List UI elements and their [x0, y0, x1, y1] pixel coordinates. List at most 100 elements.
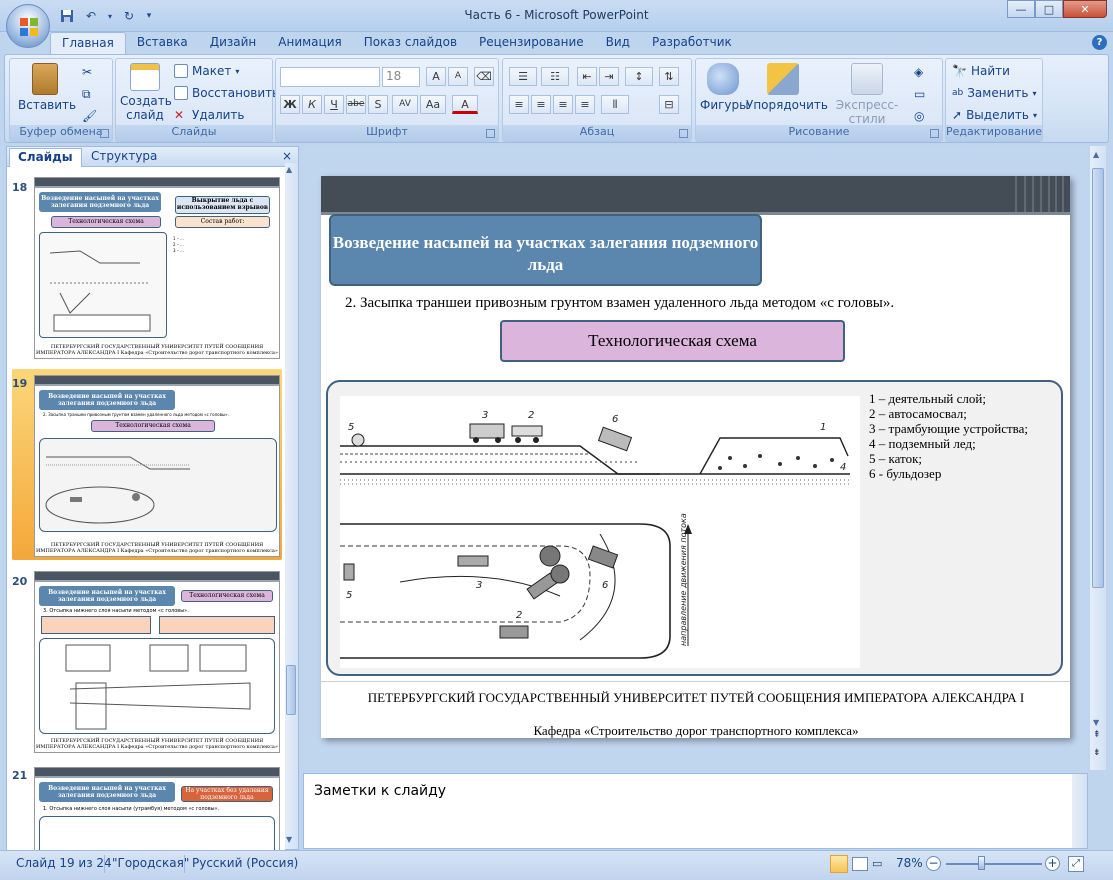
- scroll-up-icon[interactable]: ▲: [1093, 150, 1099, 159]
- layout-button[interactable]: Макет ▾: [174, 64, 239, 78]
- scroll-thumb[interactable]: [286, 665, 296, 715]
- line-spacing-icon[interactable]: ↕: [625, 67, 653, 86]
- slide-footer-department[interactable]: Кафедра «Строительство дорог транспортно…: [361, 723, 1031, 739]
- clear-format-icon[interactable]: ⌫: [474, 67, 494, 86]
- slide-footer-university[interactable]: ПЕТЕРБУРГСКИЙ ГОСУДАРСТВЕННЫЙ УНИВЕРСИТЕ…: [361, 690, 1031, 705]
- theme-name[interactable]: "Городская": [112, 856, 189, 870]
- slide-title[interactable]: Возведение насыпей на участках залегания…: [329, 214, 762, 286]
- align-center-icon[interactable]: ≡: [531, 95, 551, 114]
- paragraph-dialog-launcher-icon[interactable]: [679, 129, 688, 138]
- scroll-down-icon[interactable]: ▼: [1093, 718, 1099, 727]
- editor-scrollbar[interactable]: ▲ ▼ ⇞ ⇟: [1090, 146, 1106, 770]
- grow-font-button[interactable]: A: [426, 67, 446, 86]
- notes-pane[interactable]: Заметки к слайду: [303, 773, 1088, 849]
- help-icon[interactable]: ?: [1092, 35, 1107, 50]
- arrange-icon: [767, 63, 799, 95]
- char-spacing-button[interactable]: AV: [392, 95, 418, 114]
- language[interactable]: Русский (Россия): [192, 856, 298, 870]
- align-right-icon[interactable]: ≡: [553, 95, 573, 114]
- decrease-indent-icon[interactable]: ⇤: [577, 67, 597, 86]
- increase-indent-icon[interactable]: ⇥: [599, 67, 619, 86]
- strike-button[interactable]: abe: [346, 95, 366, 114]
- shadow-button[interactable]: S: [368, 95, 388, 114]
- tab-developer[interactable]: Разработчик: [641, 32, 743, 54]
- shape-fill-icon[interactable]: ◈: [914, 65, 923, 79]
- zoom-out-icon[interactable]: −: [926, 856, 941, 871]
- slide-thumbnail-selected[interactable]: Возведение насыпей на участках залегания…: [34, 375, 280, 557]
- copy-icon[interactable]: ⧉: [82, 87, 91, 102]
- slide-thumbnail[interactable]: Возведение насыпей на участках залегания…: [34, 571, 280, 753]
- format-painter-icon[interactable]: 🖌: [82, 109, 97, 123]
- slide-subtitle[interactable]: 2. Засыпка траншеи привозным грунтом вза…: [345, 295, 1045, 312]
- tab-animation[interactable]: Анимация: [267, 32, 352, 54]
- dialog-launcher-icon[interactable]: [100, 129, 109, 138]
- justify-icon[interactable]: ≡: [575, 95, 595, 114]
- slide-canvas[interactable]: Возведение насыпей на участках залегания…: [321, 176, 1070, 738]
- minimize-button[interactable]: —: [1007, 0, 1035, 18]
- shapes-button[interactable]: Фигуры: [700, 63, 749, 112]
- tab-outline[interactable]: Структура: [83, 148, 165, 167]
- font-dialog-launcher-icon[interactable]: [486, 129, 495, 138]
- maximize-button[interactable]: □: [1035, 0, 1063, 18]
- bullets-icon[interactable]: ☰: [509, 67, 537, 86]
- text-direction-icon[interactable]: ⇅: [659, 67, 679, 86]
- paste-button[interactable]: Вставить: [18, 63, 76, 112]
- delete-slide-button[interactable]: ✕ Удалить: [174, 108, 245, 122]
- italic-button[interactable]: К: [302, 95, 322, 114]
- next-slide-icon[interactable]: ⇟: [1093, 748, 1101, 758]
- slide-sorter-icon[interactable]: [852, 857, 868, 871]
- fit-to-window-icon[interactable]: ⤢: [1068, 856, 1084, 872]
- office-button[interactable]: [6, 4, 50, 48]
- scroll-down-icon[interactable]: ▼: [286, 835, 292, 844]
- shape-effects-icon[interactable]: ◎: [914, 109, 924, 123]
- columns-icon[interactable]: ⫴: [601, 95, 629, 114]
- drawing-dialog-launcher-icon[interactable]: [930, 129, 939, 138]
- scheme-legend[interactable]: 1 – деятельный слой; 2 – автосамосвал; 3…: [869, 391, 1028, 481]
- tab-review[interactable]: Рецензирование: [468, 32, 595, 54]
- close-button[interactable]: ✕: [1063, 0, 1107, 18]
- font-size-field[interactable]: 18: [382, 67, 420, 87]
- editor-scroll-thumb[interactable]: [1092, 168, 1104, 588]
- new-slide-button[interactable]: Создать слайд: [120, 63, 172, 122]
- align-left-icon[interactable]: ≡: [509, 95, 529, 114]
- editing-group-label: Редактирование: [946, 125, 1042, 141]
- pane-close-icon[interactable]: ×: [282, 149, 292, 163]
- change-case-button[interactable]: Aa: [420, 95, 446, 114]
- cut-icon[interactable]: ✂: [82, 65, 92, 79]
- scroll-up-icon[interactable]: ▲: [286, 165, 292, 174]
- find-button[interactable]: 🔭 Найти: [952, 64, 1010, 78]
- notes-scrollbar[interactable]: [1072, 774, 1087, 848]
- zoom-in-icon[interactable]: +: [1045, 856, 1060, 871]
- shrink-font-button[interactable]: A: [448, 67, 468, 86]
- zoom-slider[interactable]: [946, 863, 1042, 865]
- arrange-button[interactable]: Упорядочить: [746, 63, 828, 112]
- slideshow-icon[interactable]: ▭: [872, 857, 886, 871]
- reset-button[interactable]: Восстановить: [174, 86, 279, 100]
- slide-thumbnail[interactable]: Возведение насыпей на участках залегания…: [34, 177, 280, 359]
- previous-slide-icon[interactable]: ⇞: [1093, 730, 1101, 740]
- underline-button[interactable]: Ч: [324, 95, 344, 114]
- font-color-button[interactable]: A: [452, 95, 478, 114]
- pane-scrollbar[interactable]: ▲ ▼: [285, 163, 298, 849]
- select-button[interactable]: ➚ Выделить ▾: [952, 108, 1037, 122]
- numbering-icon[interactable]: ☷: [541, 67, 569, 86]
- zoom-slider-thumb[interactable]: [978, 856, 985, 870]
- bold-button[interactable]: Ж: [280, 95, 300, 114]
- replace-button[interactable]: ab Заменить ▾: [952, 86, 1036, 100]
- font-name-field[interactable]: [280, 67, 380, 87]
- tab-view[interactable]: Вид: [595, 32, 641, 54]
- zoom-level[interactable]: 78%: [896, 856, 923, 870]
- scheme-label-box[interactable]: Технологическая схема: [500, 320, 845, 362]
- shape-outline-icon[interactable]: ▭: [914, 87, 925, 101]
- slide-thumbnail[interactable]: Возведение насыпей на участках залегания…: [34, 767, 280, 850]
- tab-home[interactable]: Главная: [50, 32, 126, 54]
- quick-styles-button[interactable]: Экспресс-стили: [824, 63, 910, 126]
- tab-slideshow[interactable]: Показ слайдов: [353, 32, 468, 54]
- tab-insert[interactable]: Вставка: [126, 32, 199, 54]
- align-text-icon[interactable]: ⊟: [659, 95, 679, 114]
- tab-design[interactable]: Дизайн: [199, 32, 268, 54]
- normal-view-icon[interactable]: [830, 855, 848, 873]
- tab-slides[interactable]: Слайды: [9, 148, 82, 167]
- notes-placeholder[interactable]: Заметки к слайду: [314, 783, 446, 799]
- slide-counter: Слайд 19 из 24: [16, 856, 112, 870]
